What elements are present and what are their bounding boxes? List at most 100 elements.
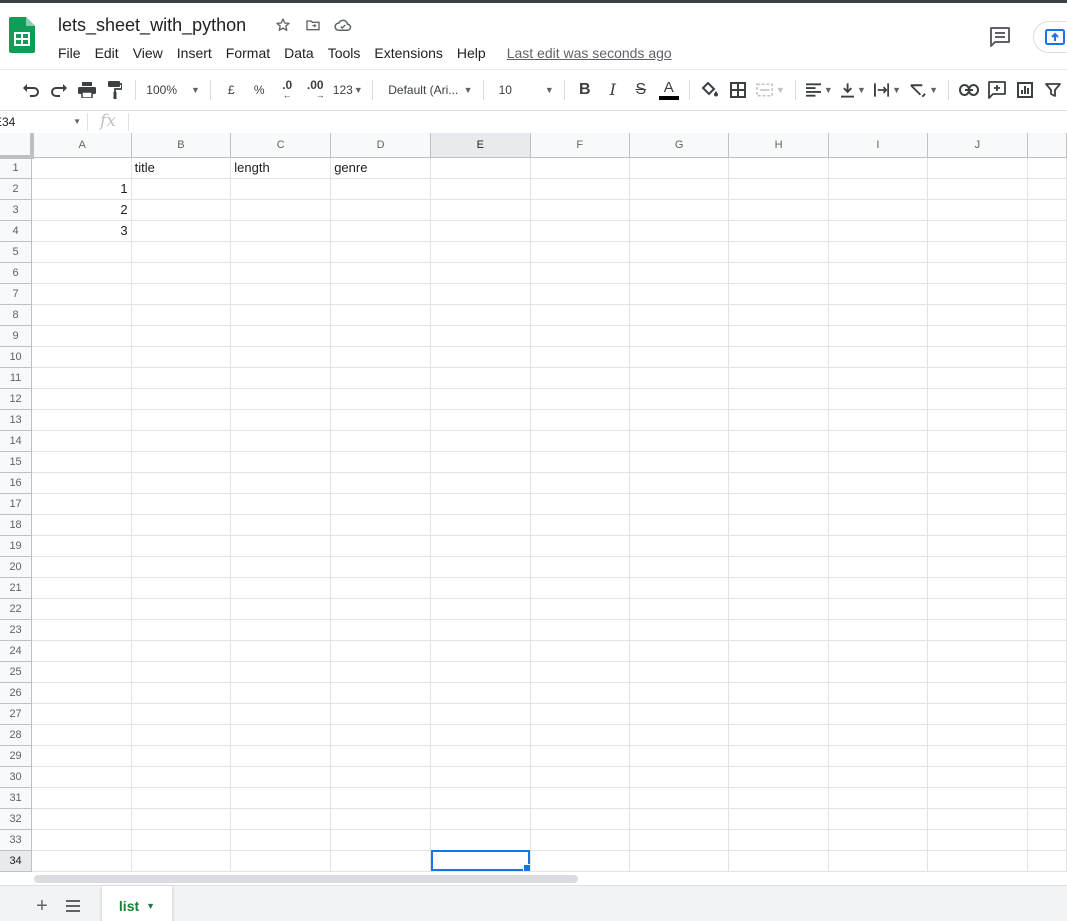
cell[interactable]: [530, 745, 630, 767]
cell[interactable]: [629, 703, 730, 725]
cell[interactable]: [629, 577, 730, 599]
cell[interactable]: [629, 640, 730, 662]
cell[interactable]: [530, 283, 630, 305]
cell[interactable]: [828, 451, 929, 473]
cell[interactable]: [230, 682, 332, 704]
cell[interactable]: [430, 829, 531, 851]
text-color-button[interactable]: A: [655, 76, 683, 104]
cell[interactable]: [430, 346, 531, 368]
fill-color-icon[interactable]: [696, 76, 724, 104]
cell[interactable]: [330, 304, 432, 326]
cell[interactable]: [828, 178, 929, 200]
cell[interactable]: [728, 157, 829, 179]
cell[interactable]: [230, 577, 332, 599]
row-header[interactable]: 29: [0, 745, 33, 767]
cell[interactable]: [430, 157, 531, 179]
cell[interactable]: [530, 808, 630, 830]
cell[interactable]: [728, 535, 829, 557]
cell[interactable]: [629, 451, 730, 473]
cell[interactable]: [1027, 682, 1067, 704]
cell[interactable]: [927, 598, 1028, 620]
currency-format-button[interactable]: £: [217, 76, 245, 104]
column-header-i[interactable]: I: [828, 133, 929, 158]
cell[interactable]: [31, 829, 132, 851]
row-header[interactable]: 15: [0, 451, 33, 473]
row-header[interactable]: 19: [0, 535, 33, 557]
cell[interactable]: [230, 787, 332, 809]
cell[interactable]: [131, 220, 232, 242]
cell[interactable]: [629, 199, 730, 221]
cell[interactable]: [1027, 451, 1067, 473]
increase-decimal-button[interactable]: .00 →: [301, 76, 329, 104]
menu-view[interactable]: View: [126, 43, 170, 63]
row-header[interactable]: 18: [0, 514, 33, 536]
cell[interactable]: [330, 577, 432, 599]
cell[interactable]: [230, 514, 332, 536]
cell[interactable]: [430, 262, 531, 284]
cell[interactable]: [430, 241, 531, 263]
cell[interactable]: [230, 598, 332, 620]
cell[interactable]: [131, 745, 232, 767]
cell[interactable]: [828, 220, 929, 242]
cell[interactable]: [430, 577, 531, 599]
cell[interactable]: [927, 451, 1028, 473]
menu-tools[interactable]: Tools: [321, 43, 368, 63]
cell[interactable]: [1027, 640, 1067, 662]
cell[interactable]: [530, 535, 630, 557]
bold-icon[interactable]: B: [571, 76, 599, 104]
cell[interactable]: [1027, 556, 1067, 578]
cell[interactable]: [330, 850, 432, 872]
cell[interactable]: [131, 178, 232, 200]
column-header-f[interactable]: F: [530, 133, 630, 158]
cell[interactable]: [828, 619, 929, 641]
cell[interactable]: [1027, 304, 1067, 326]
cell[interactable]: [430, 199, 531, 221]
row-header[interactable]: 30: [0, 766, 33, 788]
row-header[interactable]: 32: [0, 808, 33, 830]
cell[interactable]: [927, 619, 1028, 641]
cell[interactable]: [430, 493, 531, 515]
cell[interactable]: [530, 766, 630, 788]
cell[interactable]: [728, 724, 829, 746]
cell[interactable]: [131, 451, 232, 473]
row-header[interactable]: 9: [0, 325, 33, 347]
cell[interactable]: [31, 283, 132, 305]
cell[interactable]: [927, 241, 1028, 263]
cell[interactable]: [927, 472, 1028, 494]
cell[interactable]: [728, 262, 829, 284]
cell[interactable]: [31, 745, 132, 767]
cell[interactable]: [629, 724, 730, 746]
cell[interactable]: [31, 703, 132, 725]
cell[interactable]: [1027, 493, 1067, 515]
cell[interactable]: [330, 724, 432, 746]
column-header-g[interactable]: G: [629, 133, 730, 158]
cell[interactable]: [330, 598, 432, 620]
menu-edit[interactable]: Edit: [88, 43, 126, 63]
cell[interactable]: [31, 157, 132, 179]
cell[interactable]: [430, 514, 531, 536]
cell[interactable]: [131, 304, 232, 326]
cell[interactable]: [927, 745, 1028, 767]
cell[interactable]: [728, 829, 829, 851]
cell[interactable]: [430, 640, 531, 662]
cell[interactable]: [131, 283, 232, 305]
cell[interactable]: [131, 493, 232, 515]
cell[interactable]: [629, 808, 730, 830]
cell[interactable]: [828, 682, 929, 704]
cell[interactable]: [1027, 787, 1067, 809]
cell[interactable]: [530, 325, 630, 347]
cell[interactable]: [131, 787, 232, 809]
cell[interactable]: [828, 262, 929, 284]
cell[interactable]: [530, 829, 630, 851]
cell[interactable]: [31, 430, 132, 452]
row-header[interactable]: 14: [0, 430, 33, 452]
cell[interactable]: [828, 598, 929, 620]
row-header[interactable]: 2: [0, 178, 33, 200]
cell[interactable]: [927, 283, 1028, 305]
cell[interactable]: [828, 346, 929, 368]
cell[interactable]: [31, 535, 132, 557]
cell[interactable]: [530, 598, 630, 620]
cell[interactable]: [1027, 241, 1067, 263]
cell[interactable]: [530, 493, 630, 515]
cell[interactable]: [230, 409, 332, 431]
